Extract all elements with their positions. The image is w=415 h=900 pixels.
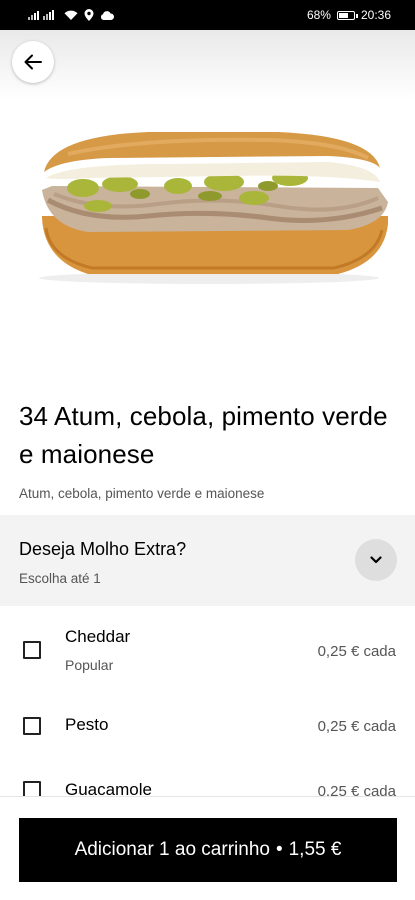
product-image [39,132,388,284]
option-price: 0,25 € cada [317,783,396,796]
checkbox[interactable] [23,641,41,659]
battery-percent: 68% [306,8,331,22]
section-title: Deseja Molho Extra? [19,539,187,559]
cta-label: Adicionar 1 ao carrinho [74,839,270,860]
collapse-section-button[interactable] [355,539,397,581]
checkbox[interactable] [23,781,41,796]
option-pesto[interactable]: Pesto 0,25 € cada [0,686,415,766]
divider [0,796,415,797]
option-tag: Popular [65,657,114,673]
battery-icon [336,10,358,20]
option-name: Cheddar [65,627,131,646]
back-button[interactable] [12,41,54,83]
option-name: Pesto [65,715,109,734]
clock: 20:36 [360,8,391,22]
option-price: 0,25 € cada [317,718,396,735]
cta-price: 1,55 € [288,839,342,860]
add-to-cart-button[interactable]: Adicionar 1 ao carrinho • 1,55 € [19,818,397,882]
section-subtitle: Escolha até 1 [19,571,101,586]
product-hero [0,30,415,373]
option-price: 0,25 € cada [317,643,396,660]
product-description: Atum, cebola, pimento verde e maionese [19,486,265,501]
signal-icon [28,10,58,20]
wifi-icon [64,10,78,21]
option-name: Guacamole [65,780,152,796]
product-title: 34 Atum, cebola, pimento verde e maiones… [19,401,388,469]
status-bar: 68% 20:36 [0,0,415,30]
cta-separator: • [275,839,283,860]
option-cheddar[interactable]: Cheddar Popular 0,25 € cada [0,606,415,686]
status-icons-left [28,9,114,21]
status-icons-right: 68% 20:36 [307,8,391,22]
checkbox[interactable] [23,717,41,735]
extra-sauce-section-header[interactable]: Deseja Molho Extra? Escolha até 1 [0,515,415,606]
arrow-left-icon [23,52,43,72]
cloud-icon [100,10,114,20]
location-icon [84,9,94,21]
option-guacamole[interactable]: Guacamole 0,25 € cada [0,766,415,796]
extras-options-list: Cheddar Popular 0,25 € cada Pesto 0,25 €… [0,606,415,796]
chevron-down-icon [370,556,382,564]
